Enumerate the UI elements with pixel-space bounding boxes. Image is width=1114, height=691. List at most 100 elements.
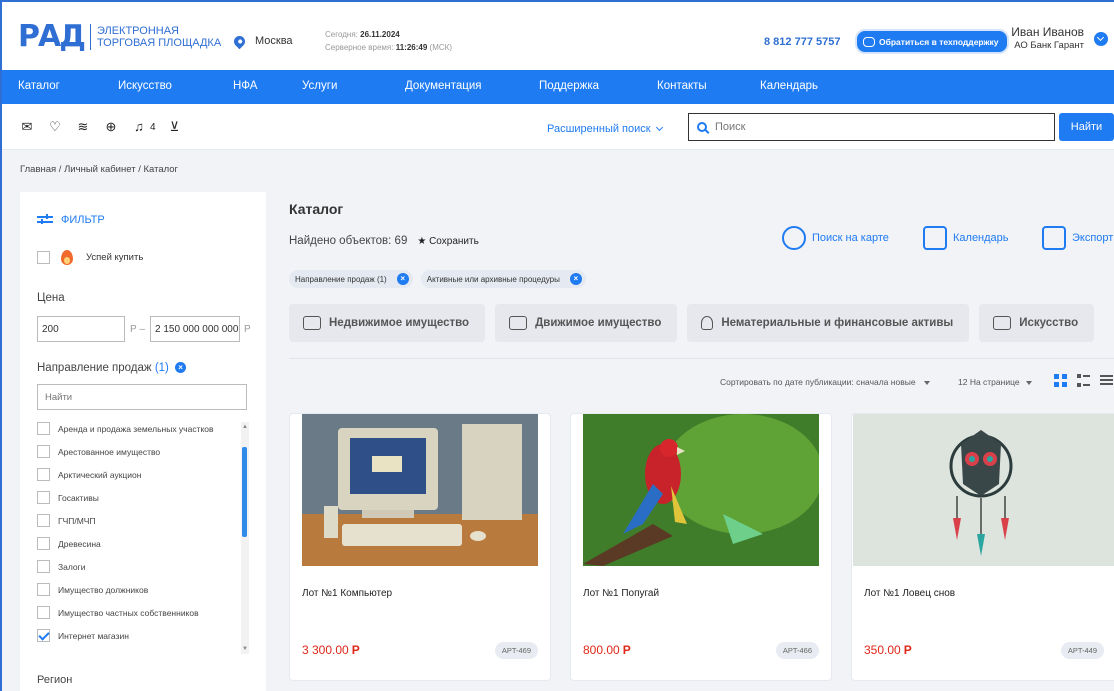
direction-checkbox[interactable] [37,560,50,573]
direction-item[interactable]: Имущество должников [37,583,148,596]
lot-name[interactable]: Лот №1 Попугай [583,588,659,599]
lot-image-dreamcatcher[interactable] [853,414,1114,566]
direction-search-input[interactable] [37,384,247,410]
page: РАД ЭЛЕКТРОННАЯ ТОРГОВАЯ ПЛОЩАДКА Москва… [0,0,1114,691]
nav-item-contacts[interactable]: Контакты [657,80,707,92]
bulb-icon [701,316,714,330]
advanced-search-toggle[interactable]: Расширенный поиск [547,123,663,135]
date-time-info: Сегодня: 26.11.2024 Серверное время: 11:… [325,28,452,54]
lot-price-value: 800.00 [583,643,620,657]
user-info[interactable]: Иван Иванов АО Банк Гарант [1011,26,1084,52]
nav-item-catalog[interactable]: Каталог [18,80,60,92]
direction-checkbox[interactable] [37,583,50,596]
cart-icon[interactable]: ⊻ [168,120,182,134]
remove-chip-icon[interactable]: × [569,273,582,285]
lot-card[interactable]: Лот №1 Попугай 800.00 Р APT-466 [570,413,832,681]
map-search-button[interactable]: Поиск на карте [782,226,889,250]
direction-checkbox[interactable] [37,537,50,550]
lot-name[interactable]: Лот №1 Компьютер [302,588,392,599]
lot-card[interactable]: Лот №1 Ловец снов 350.00 Р APT-449 [851,413,1114,681]
sort-select[interactable]: Сортировать по дате публикации: сначала … [720,377,930,387]
direction-item-label: Интернет магазин [58,630,129,641]
filter-chip: Направление продаж (1) × [289,270,413,288]
scroll-up-icon[interactable]: ▲ [242,424,248,430]
nav-item-art[interactable]: Искусство [118,80,172,92]
direction-item[interactable]: Арктический аукцион [37,468,141,481]
lot-art-badge: APT-469 [494,642,538,659]
compact-list-view-icon[interactable] [1077,374,1090,387]
search-button[interactable]: Найти [1059,113,1114,141]
nav-item-services[interactable]: Услуги [302,80,337,92]
direction-item-label: Арестованное имущество [58,446,161,457]
remove-chip-icon[interactable]: × [396,273,409,285]
category-movable[interactable]: Движимое имущество [495,304,678,342]
support-button[interactable]: Обратиться в техподдержку [855,29,1009,54]
category-real-estate[interactable]: Недвижимое имущество [289,304,486,342]
lot-price-currency: Р [351,643,360,657]
scroll-down-icon[interactable]: ▼ [242,646,248,652]
direction-item[interactable]: Госактивы [37,491,99,504]
nav-item-support[interactable]: Поддержка [539,80,599,92]
nav-item-calendar[interactable]: Календарь [760,80,818,92]
per-page-label: 12 На странице [958,377,1020,387]
phone-number[interactable]: 8 812 777 5757 [764,36,840,48]
breadcrumb[interactable]: Главная / Личный кабинет / Каталог [20,164,178,175]
nav-item-nfa[interactable]: НФА [233,80,257,92]
direction-checkbox[interactable] [37,422,50,435]
direction-checkbox[interactable] [37,514,50,527]
direction-checkbox[interactable] [37,445,50,458]
mail-icon[interactable]: ✉ [20,120,34,134]
city-selector[interactable]: Москва [231,33,293,49]
direction-item[interactable]: ГЧП/МЧП [37,514,96,527]
hurry-filter[interactable]: Успей купить [37,248,143,266]
list-view-icon[interactable] [1100,374,1113,387]
direction-item[interactable]: Залоги [37,560,86,573]
category-art[interactable]: Искусство [979,304,1095,342]
layers-icon[interactable]: ≋ [76,120,90,134]
direction-item[interactable]: Древесина [37,537,101,550]
clear-direction-icon[interactable]: × [175,362,187,374]
direction-checkbox[interactable] [37,468,50,481]
direction-item-label: Аренда и продажа земельных участков [58,423,214,434]
direction-item[interactable]: Аренда и продажа земельных участков [37,422,214,435]
filter-title[interactable]: ФИЛЬТР [37,214,105,226]
lot-price-currency: Р [622,643,631,657]
zoom-icon[interactable]: ⊕ [104,120,118,134]
direction-item[interactable]: Интернет магазин [37,629,129,642]
lot-price: 3 300.00 Р [302,643,360,657]
direction-checkbox-checked[interactable] [37,629,50,642]
lot-name[interactable]: Лот №1 Ловец снов [864,588,955,599]
today-value: 26.11.2024 [360,30,400,39]
category-intangible[interactable]: Нематериальные и финансовые активы [687,304,970,342]
direction-item[interactable]: Имущество частных собственников [37,606,199,619]
heart-icon[interactable]: ♡ [48,120,62,134]
direction-scrollbar[interactable]: ▲ ▼ [241,422,249,654]
lot-image-computer[interactable] [302,414,538,566]
toolbar-icons: ✉ ♡ ≋ ⊕ ♫ 4 ⊻ [20,120,196,134]
lot-price: 800.00 Р [583,643,631,657]
user-menu-chevron-icon[interactable] [1094,32,1108,46]
hurry-label: Успей купить [86,251,144,263]
direction-checkbox[interactable] [37,491,50,504]
export-button[interactable]: Экспорт [1042,226,1113,250]
bell-icon[interactable]: ♫ [132,120,146,134]
parrot-picture [583,414,819,566]
save-search-button[interactable]: ★ Сохранить [417,236,478,247]
direction-item[interactable]: Арестованное имущество [37,445,160,458]
grid-view-icon[interactable] [1054,374,1067,387]
category-label: Движимое имущество [535,317,662,329]
price-to-input[interactable]: 2 150 000 000 000 [150,316,241,342]
search-input[interactable] [715,121,1035,133]
direction-checkbox[interactable] [37,606,50,619]
lot-image-parrot[interactable] [583,414,819,566]
server-time-label: Серверное время: [325,43,394,52]
site-logo[interactable]: РАД ЭЛЕКТРОННАЯ ТОРГОВАЯ ПЛОЩАДКА [18,22,221,52]
price-from-input[interactable]: 200 [37,316,125,342]
lot-card[interactable]: Лот №1 Компьютер 3 300.00 Р APT-469 [289,413,551,681]
scroll-thumb[interactable] [242,447,247,537]
calendar-button[interactable]: Календарь [923,226,1009,250]
caret-down-icon [1025,380,1032,385]
nav-item-documentation[interactable]: Документация [405,80,482,92]
hurry-checkbox[interactable] [37,250,50,264]
per-page-select[interactable]: 12 На странице [958,377,1032,387]
